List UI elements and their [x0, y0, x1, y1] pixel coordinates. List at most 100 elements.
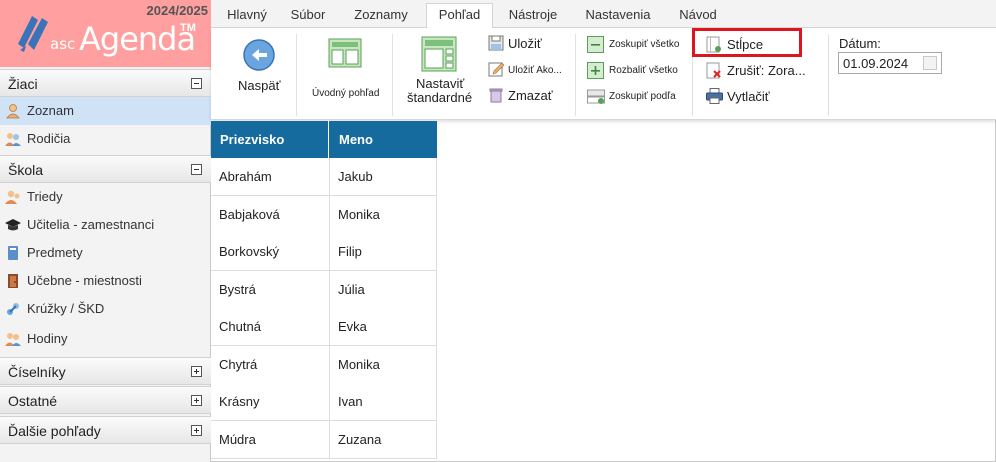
- cell-surname: Chytrá: [219, 356, 258, 372]
- sidebar-item-label: Predmety: [27, 245, 83, 260]
- sidebar-section-dalsie[interactable]: Ďalšie pohľady: [0, 416, 211, 444]
- cell-firstname: Júlia: [338, 281, 365, 297]
- table-row[interactable]: Múdra Zuzana: [211, 420, 437, 459]
- save-as-button[interactable]: Uložiť Ako...: [488, 60, 572, 80]
- back-label: Naspäť: [238, 78, 281, 93]
- sidebar-section-ziaci[interactable]: Žiaci: [0, 69, 211, 97]
- sidebar-item-ucebne[interactable]: Učebne - miestnosti: [0, 267, 211, 295]
- cell-divider: [329, 420, 330, 459]
- sidebar-section-skola[interactable]: Škola: [0, 155, 211, 183]
- sidebar-item-label: Učitelia - zamestnanci: [27, 217, 155, 232]
- table-row[interactable]: Bystrá Júlia: [211, 270, 437, 309]
- save-icon: [488, 35, 504, 51]
- tab-nastroje[interactable]: Nástroje: [503, 4, 563, 28]
- delete-label: Zmazať: [508, 88, 553, 103]
- cancel-sort-button[interactable]: Zrušiť: Zora...: [706, 61, 818, 81]
- cell-divider: [329, 158, 330, 196]
- cell-firstname: Monika: [338, 206, 380, 222]
- sidebar-item-hodiny[interactable]: Hodiny: [0, 325, 211, 353]
- table-row[interactable]: Chutná Evka: [211, 308, 437, 346]
- cell-firstname: Evka: [338, 319, 367, 334]
- parents-icon: [5, 133, 21, 146]
- sidebar-item-label: Zoznam: [27, 103, 74, 118]
- cell-surname: Múdra: [219, 431, 256, 447]
- cell-divider: [329, 195, 330, 234]
- classes-icon: [5, 190, 20, 204]
- sidebar-item-label: Učebne - miestnosti: [27, 273, 142, 288]
- logo-tm: TM: [180, 22, 196, 34]
- cell-surname: Chutná: [219, 319, 261, 334]
- table-row[interactable]: Abrahám Jakub: [211, 158, 437, 196]
- home-view-button[interactable]: Úvodný pohľad: [307, 36, 383, 106]
- sidebar-section-label: Ďalšie pohľady: [8, 423, 101, 439]
- cell-divider: [329, 308, 330, 346]
- trash-icon: [489, 88, 503, 103]
- sidebar-item-rodicia[interactable]: Rodičia: [0, 125, 211, 153]
- sidebar-section-label: Ostatné: [8, 393, 58, 409]
- student-icon: [6, 104, 20, 119]
- sidebar-item-zoznam[interactable]: Zoznam: [0, 97, 211, 125]
- back-button[interactable]: Naspäť: [229, 36, 289, 106]
- set-default-button[interactable]: Nastaviť štandardné: [402, 36, 482, 114]
- brand-header: asc Agenda TM 2024/2025: [0, 0, 211, 67]
- tab-pohlad[interactable]: Pohľad: [426, 3, 493, 29]
- table-row[interactable]: Krásny Ivan: [211, 383, 437, 421]
- group-by-label: Zoskupiť podľa: [609, 91, 676, 102]
- sidebar-item-triedy[interactable]: Triedy: [0, 183, 211, 211]
- table-row[interactable]: Babjaková Monika: [211, 195, 437, 234]
- sidebar-item-label: Krúžky / ŠKD: [27, 301, 105, 316]
- table-row[interactable]: Borkovský Filip: [211, 233, 437, 271]
- date-field[interactable]: 01.09.2024: [838, 52, 942, 74]
- tab-navod[interactable]: Návod: [673, 4, 723, 28]
- expand-all-button[interactable]: Rozbaliť všetko: [587, 61, 687, 81]
- set-default-label-2: štandardné: [407, 90, 473, 105]
- column-header-meno[interactable]: Meno: [339, 132, 373, 147]
- print-label: Vytlačiť: [727, 89, 770, 104]
- tab-zoznamy[interactable]: Zoznamy: [349, 4, 413, 28]
- column-header-priezvisko[interactable]: Priezvisko: [220, 132, 284, 147]
- print-icon: [706, 88, 723, 104]
- tab-nastavenia[interactable]: Nastavenia: [580, 4, 656, 28]
- save-as-icon: [488, 62, 504, 77]
- sidebar-section-label: Škola: [8, 162, 44, 178]
- collapse-icon[interactable]: [191, 78, 202, 89]
- group-all-button[interactable]: Zoskupiť všetko: [587, 35, 687, 55]
- group-all-label: Zoskupiť všetko: [609, 39, 680, 50]
- delete-button[interactable]: Zmazať: [488, 86, 572, 106]
- group-by-button[interactable]: Zoskupiť podľa: [587, 87, 687, 107]
- tab-subor[interactable]: Súbor: [283, 4, 333, 28]
- logo-asc: asc: [50, 35, 76, 53]
- group-by-icon: [587, 89, 605, 104]
- expand-icon[interactable]: [191, 366, 202, 377]
- table-header: Priezvisko Meno: [211, 121, 437, 158]
- cell-firstname: Monika: [338, 356, 380, 372]
- sidebar: asc Agenda TM 2024/2025 Žiaci Zoznam Rod…: [0, 0, 211, 462]
- teacher-icon: [5, 219, 21, 231]
- collapse-icon[interactable]: [191, 164, 202, 175]
- print-button[interactable]: Vytlačiť: [706, 87, 798, 107]
- lessons-icon: [5, 333, 21, 346]
- save-button[interactable]: Uložiť: [488, 34, 572, 54]
- sidebar-item-predmety[interactable]: Predmety: [0, 239, 211, 267]
- sidebar-item-label: Hodiny: [27, 331, 68, 346]
- calendar-icon[interactable]: [923, 56, 937, 70]
- cell-firstname: Ivan: [338, 394, 363, 409]
- expand-icon[interactable]: [191, 395, 202, 406]
- save-label: Uložiť: [508, 36, 542, 51]
- subject-icon: [8, 246, 18, 260]
- sidebar-section-ostatne[interactable]: Ostatné: [0, 386, 211, 414]
- expand-icon[interactable]: [191, 425, 202, 436]
- cell-surname: Krásny: [219, 394, 260, 409]
- sidebar-item-label: Triedy: [27, 189, 63, 204]
- table-row[interactable]: Chytrá Monika: [211, 345, 437, 384]
- sidebar-item-ucitelia[interactable]: Učitelia - zamestnanci: [0, 211, 211, 239]
- cell-firstname: Jakub: [338, 169, 373, 184]
- separator: [828, 34, 829, 116]
- set-default-icon: [421, 36, 457, 72]
- sidebar-item-kruzky[interactable]: Krúžky / ŠKD: [0, 295, 211, 323]
- sidebar-section-ciselniky[interactable]: Číselníky: [0, 357, 211, 385]
- room-icon: [8, 274, 18, 288]
- tab-hlavny[interactable]: Hlavný: [219, 4, 275, 28]
- separator: [575, 34, 576, 116]
- cell-firstname: Zuzana: [338, 431, 382, 447]
